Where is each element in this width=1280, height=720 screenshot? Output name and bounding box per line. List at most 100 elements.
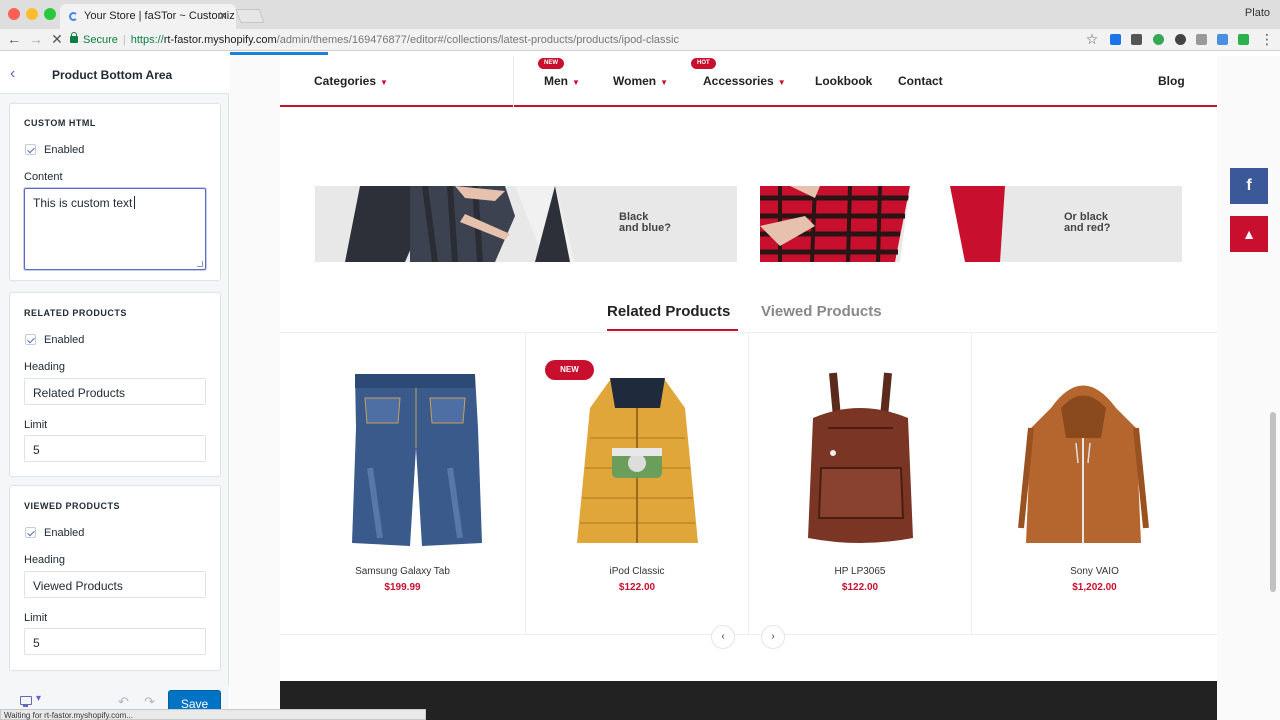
- product-grid: Samsung Galaxy Tab $199.99 NEW iPod Clas…: [280, 333, 1217, 635]
- product-price: $199.99: [384, 582, 421, 593]
- chevron-down-icon[interactable]: ▾: [36, 693, 41, 704]
- url-scheme: https://: [130, 34, 164, 46]
- close-window-button[interactable]: [8, 8, 20, 20]
- settings-gear-icon[interactable]: [1175, 34, 1186, 45]
- url-path: /admin/themes/169476877/editor#/collecti…: [276, 34, 679, 46]
- product-card[interactable]: HP LP3065 $122.00: [749, 333, 972, 635]
- product-name[interactable]: Samsung Galaxy Tab: [280, 566, 525, 577]
- back-arrow-icon[interactable]: ←: [6, 31, 22, 47]
- chevron-down-icon: ▼: [777, 78, 786, 87]
- content-textarea[interactable]: This is custom text: [24, 188, 206, 270]
- card-title-custom-html: CUSTOM HTML: [24, 118, 96, 128]
- facebook-icon: f: [1246, 177, 1252, 194]
- chevron-down-icon: ▼: [572, 78, 580, 87]
- extension-3-icon[interactable]: [1153, 34, 1164, 45]
- product-image-hoodie: [1018, 385, 1149, 543]
- product-card[interactable]: Samsung Galaxy Tab $199.99: [280, 333, 526, 635]
- badge-hot: HOT: [691, 58, 716, 69]
- product-name[interactable]: Sony VAIO: [972, 566, 1217, 577]
- extension-7-icon[interactable]: [1238, 34, 1249, 45]
- product-card[interactable]: Sony VAIO $1,202.00: [972, 333, 1217, 635]
- related-limit-input[interactable]: 5: [24, 435, 206, 462]
- profile-name[interactable]: Plato: [1245, 7, 1270, 19]
- banner-text-2: Or black and red?: [1064, 211, 1111, 234]
- menu-item-accessories[interactable]: Accessories ▼: [703, 74, 786, 88]
- address-toolbar: ← → ✕ Secure | https://rt-fastor.myshopify…: [0, 29, 1280, 51]
- menu-item-categories[interactable]: Categories ▼: [314, 74, 388, 88]
- chevron-down-icon: ▼: [660, 78, 669, 87]
- resize-grip-icon[interactable]: [197, 261, 203, 267]
- product-name[interactable]: HP LP3065: [749, 566, 971, 577]
- browser-tab-bar: Your Store | faSTor ~ Customiz ✕ Plato: [0, 0, 1280, 29]
- viewed-enabled-checkbox[interactable]: [25, 527, 36, 538]
- maximize-window-button[interactable]: [44, 8, 56, 20]
- url-separator: |: [122, 34, 126, 46]
- content-label: Content: [24, 171, 63, 183]
- related-heading-input[interactable]: Related Products: [24, 378, 206, 405]
- forward-arrow-icon[interactable]: →: [28, 31, 44, 47]
- browser-status-bar: Waiting for rt-fastor.myshopify.com...: [0, 709, 426, 720]
- tab-viewed-products[interactable]: Viewed Products: [761, 303, 882, 320]
- card-title-related-products: RELATED PRODUCTS: [24, 308, 127, 318]
- related-enabled-label: Enabled: [44, 334, 85, 346]
- text-caret: [134, 196, 136, 209]
- desktop-preview-icon[interactable]: [20, 696, 32, 707]
- browser-tab-title: Your Store | faSTor ~ Customiz: [84, 10, 235, 22]
- carousel-next-button[interactable]: ›: [761, 625, 785, 649]
- product-price: $1,202.00: [1072, 582, 1117, 593]
- extension-6-icon[interactable]: [1217, 34, 1228, 45]
- banner-black-blue[interactable]: Black and blue?: [315, 186, 737, 262]
- close-tab-icon[interactable]: ✕: [218, 9, 228, 23]
- custom-html-enabled-checkbox[interactable]: [25, 144, 36, 155]
- bookmark-star-icon[interactable]: ☆: [1084, 31, 1100, 48]
- content-textarea-value: This is custom text: [33, 196, 133, 210]
- carousel-prev-button[interactable]: ‹: [711, 625, 735, 649]
- minimize-window-button[interactable]: [26, 8, 38, 20]
- customizer-panel: ‹ Product Bottom Area CUSTOM HTML Enable…: [0, 56, 229, 720]
- extension-1-icon[interactable]: [1110, 34, 1121, 45]
- product-image-backpack: [808, 372, 913, 543]
- tab-related-products[interactable]: Related Products: [607, 303, 730, 320]
- chevron-down-icon: ▼: [380, 78, 388, 87]
- extension-5-icon[interactable]: [1196, 34, 1207, 45]
- preview-scrollbar[interactable]: [1270, 412, 1276, 592]
- address-bar[interactable]: Secure | https://rt-fastor.myshopify.com/a…: [70, 31, 1102, 49]
- custom-html-enabled-label: Enabled: [44, 144, 85, 156]
- redo-icon[interactable]: ↷: [144, 694, 155, 710]
- product-image-vest: [577, 378, 698, 543]
- menu-label-men: Men: [544, 74, 568, 88]
- back-to-top-button[interactable]: ▲: [1230, 216, 1268, 252]
- menu-item-women[interactable]: Women ▼: [613, 74, 668, 88]
- menu-label-accessories: Accessories: [703, 74, 774, 88]
- menu-item-lookbook[interactable]: Lookbook: [815, 74, 872, 88]
- stop-loading-icon[interactable]: ✕: [49, 31, 65, 48]
- product-name[interactable]: iPod Classic: [526, 566, 748, 577]
- related-enabled-checkbox[interactable]: [25, 334, 36, 345]
- menu-label-women: Women: [613, 74, 657, 88]
- browser-menu-icon[interactable]: ⋮: [1259, 31, 1275, 48]
- panel-title: Product Bottom Area: [52, 68, 173, 82]
- viewed-limit-input[interactable]: 5: [24, 628, 206, 655]
- product-card[interactable]: NEW iPod Classic $122.00: [526, 333, 749, 635]
- lock-icon: [70, 32, 78, 43]
- banner-text-1: Black and blue?: [619, 211, 671, 234]
- banner-model-image: [760, 186, 1182, 262]
- badge-new: NEW: [538, 58, 564, 69]
- menu-item-men[interactable]: Men ▼: [544, 74, 580, 88]
- facebook-share-button[interactable]: f: [1230, 168, 1268, 204]
- store-page: Categories ▼ NEW Men ▼ Women ▼ HOT Accessor…: [280, 56, 1217, 720]
- extension-2-icon[interactable]: [1131, 34, 1142, 45]
- url-host: rt-fastor.myshopify.com: [163, 34, 277, 46]
- viewed-heading-input[interactable]: Viewed Products: [24, 571, 206, 598]
- panel-header: ‹ Product Bottom Area: [0, 56, 229, 94]
- menu-item-contact[interactable]: Contact: [898, 74, 943, 88]
- preview-loading-bar: [230, 52, 328, 55]
- menu-item-blog[interactable]: Blog: [1158, 74, 1185, 88]
- new-tab-button[interactable]: [235, 9, 265, 23]
- card-title-viewed-products: VIEWED PRODUCTS: [24, 501, 121, 511]
- undo-icon[interactable]: ↶: [118, 694, 129, 710]
- product-price: $122.00: [841, 582, 879, 593]
- browser-tab[interactable]: Your Store | faSTor ~ Customiz ✕: [60, 4, 236, 29]
- back-chevron-icon[interactable]: ‹: [10, 65, 15, 83]
- banner-black-red[interactable]: Or black and red?: [760, 186, 1182, 262]
